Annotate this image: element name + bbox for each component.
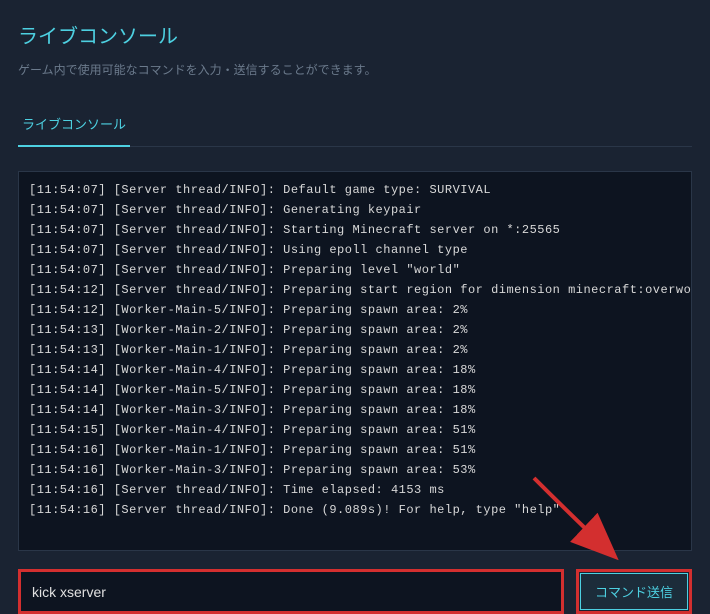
tab-live-console[interactable]: ライブコンソール bbox=[18, 104, 130, 147]
log-line: [11:54:07] [Server thread/INFO]: Using e… bbox=[29, 240, 681, 260]
page-subtitle: ゲーム内で使用可能なコマンドを入力・送信することができます。 bbox=[18, 61, 692, 78]
log-line: [11:54:07] [Server thread/INFO]: Startin… bbox=[29, 220, 681, 240]
log-line: [11:54:07] [Server thread/INFO]: Default… bbox=[29, 180, 681, 200]
log-line: [11:54:16] [Server thread/INFO]: Time el… bbox=[29, 480, 681, 500]
log-line: [11:54:14] [Worker-Main-4/INFO]: Prepari… bbox=[29, 360, 681, 380]
log-line: [11:54:07] [Server thread/INFO]: Prepari… bbox=[29, 260, 681, 280]
log-line: [11:54:14] [Worker-Main-5/INFO]: Prepari… bbox=[29, 380, 681, 400]
log-line: [11:54:07] [Server thread/INFO]: Generat… bbox=[29, 200, 681, 220]
log-line: [11:54:14] [Worker-Main-3/INFO]: Prepari… bbox=[29, 400, 681, 420]
console-output: [11:54:07] [Server thread/INFO]: Default… bbox=[18, 171, 692, 551]
log-line: [11:54:13] [Worker-Main-2/INFO]: Prepari… bbox=[29, 320, 681, 340]
log-line: [11:54:13] [Worker-Main-1/INFO]: Prepari… bbox=[29, 340, 681, 360]
send-command-button[interactable]: コマンド送信 bbox=[576, 569, 692, 614]
log-line: [11:54:16] [Worker-Main-1/INFO]: Prepari… bbox=[29, 440, 681, 460]
log-line: [11:54:12] [Worker-Main-5/INFO]: Prepari… bbox=[29, 300, 681, 320]
command-input[interactable] bbox=[18, 569, 564, 614]
log-line: [11:54:15] [Worker-Main-4/INFO]: Prepari… bbox=[29, 420, 681, 440]
tabs-bar: ライブコンソール bbox=[18, 104, 692, 147]
log-line: [11:54:16] [Worker-Main-3/INFO]: Prepari… bbox=[29, 460, 681, 480]
send-command-label: コマンド送信 bbox=[580, 573, 688, 610]
log-line: [11:54:16] [Server thread/INFO]: Done (9… bbox=[29, 500, 681, 520]
page-title: ライブコンソール bbox=[18, 20, 692, 49]
log-line: [11:54:12] [Server thread/INFO]: Prepari… bbox=[29, 280, 681, 300]
